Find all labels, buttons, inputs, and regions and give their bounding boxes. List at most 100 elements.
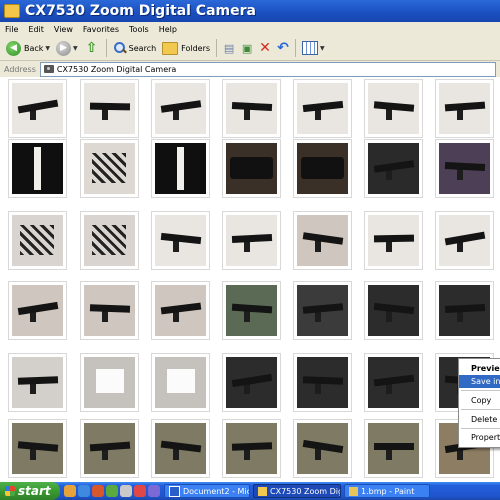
thumbnail-item[interactable] <box>293 211 352 270</box>
thumbnail-item[interactable] <box>8 139 67 198</box>
thumbnail-subject <box>373 234 415 243</box>
thumbnail-item[interactable] <box>8 281 67 340</box>
quicklaunch-icon[interactable] <box>120 485 132 497</box>
thumbnail-item[interactable] <box>293 353 352 412</box>
thumbnail-item[interactable] <box>151 79 210 138</box>
context-item-properties[interactable]: Properties <box>459 431 500 444</box>
copy-to-icon[interactable]: ▣ <box>240 41 254 55</box>
thumbnail-item[interactable] <box>293 419 352 478</box>
address-field[interactable]: CX7530 Zoom Digital Camera <box>39 61 496 77</box>
thumbnail-item[interactable] <box>8 79 67 138</box>
dropdown-arrow-icon[interactable]: ▼ <box>320 45 325 52</box>
thumbnail-image <box>439 83 490 134</box>
thumbnail-item[interactable] <box>222 419 281 478</box>
menu-file[interactable]: File <box>0 25 23 34</box>
thumbnail-item[interactable] <box>80 353 139 412</box>
folders-button[interactable]: Folders <box>159 38 213 58</box>
thumbnail-item[interactable] <box>293 281 352 340</box>
context-item-copy[interactable]: Copy <box>459 394 500 407</box>
task-button-document[interactable]: Document2 - Micr... <box>164 484 250 498</box>
thumbnail-item[interactable] <box>80 281 139 340</box>
thumbnail-view[interactable] <box>0 77 500 482</box>
undo-icon[interactable]: ↶ <box>276 40 290 56</box>
back-button[interactable]: ◀ Back ▼ <box>3 38 53 58</box>
menu-help[interactable]: Help <box>154 25 182 34</box>
thumbnail-item[interactable] <box>80 139 139 198</box>
up-folder-button[interactable]: ⇧ <box>81 38 103 58</box>
forward-button[interactable]: ▶ ▼ <box>53 38 81 58</box>
menu-divider <box>461 390 500 391</box>
title-bar[interactable]: CX7530 Zoom Digital Camera <box>0 0 500 22</box>
thumbnail-image <box>297 143 348 194</box>
thumbnail-image <box>155 143 206 194</box>
paint-icon <box>349 486 358 496</box>
thumbnail-image <box>84 83 135 134</box>
thumbnail-image <box>368 285 419 336</box>
thumbnail-item[interactable] <box>222 353 281 412</box>
move-to-icon[interactable]: ▤ <box>222 41 236 55</box>
thumbnail-item[interactable] <box>435 79 494 138</box>
thumbnail-image <box>226 423 277 474</box>
thumbnail-subject <box>17 376 59 385</box>
thumbnail-item[interactable] <box>435 211 494 270</box>
thumbnail-subject <box>160 232 202 245</box>
thumbnail-item[interactable] <box>151 281 210 340</box>
task-button-explorer[interactable]: CX7530 Zoom Dig... <box>253 484 341 498</box>
thumbnail-item[interactable] <box>80 211 139 270</box>
thumbnail-subject <box>315 240 321 252</box>
task-label: CX7530 Zoom Dig... <box>270 486 340 496</box>
context-item-delete[interactable]: Delete <box>459 413 500 426</box>
menu-tools[interactable]: Tools <box>124 25 154 34</box>
thumbnail-item[interactable] <box>151 211 210 270</box>
thumbnail-item[interactable] <box>364 419 423 478</box>
thumbnail-subject <box>302 232 344 245</box>
thumbnail-item[interactable] <box>151 353 210 412</box>
thumbnail-item[interactable] <box>8 419 67 478</box>
thumbnail-item[interactable] <box>364 353 423 412</box>
thumbnail-subject <box>96 369 124 393</box>
thumbnail-item[interactable] <box>222 139 281 198</box>
thumbnail-item[interactable] <box>435 139 494 198</box>
start-button[interactable]: start <box>0 482 60 500</box>
task-button-paint[interactable]: 1.bmp - Paint <box>344 484 430 498</box>
context-item-preview[interactable]: Preview <box>459 362 500 375</box>
thumbnail-item[interactable] <box>222 79 281 138</box>
thumbnail-item[interactable] <box>151 419 210 478</box>
thumbnail-item[interactable] <box>222 281 281 340</box>
thumbnail-item[interactable] <box>80 79 139 138</box>
dropdown-arrow-icon[interactable]: ▼ <box>73 45 78 52</box>
context-item-save[interactable]: Save in F <box>459 375 500 388</box>
messenger-icon[interactable] <box>106 485 118 497</box>
thumbnail-subject <box>34 147 41 190</box>
thumbnail-item[interactable] <box>222 211 281 270</box>
dropdown-arrow-icon[interactable]: ▼ <box>45 45 50 52</box>
thumbnail-item[interactable] <box>8 211 67 270</box>
thumbnail-item[interactable] <box>293 139 352 198</box>
quicklaunch-icon[interactable] <box>134 485 146 497</box>
delete-icon[interactable]: ✕ <box>258 40 272 56</box>
menu-view[interactable]: View <box>49 25 78 34</box>
thumbnail-item[interactable] <box>364 79 423 138</box>
folders-label: Folders <box>181 43 211 53</box>
thumbnail-subject <box>315 448 321 460</box>
thumbnail-item[interactable] <box>8 353 67 412</box>
thumbnail-image <box>226 215 277 266</box>
views-button[interactable]: ▼ <box>299 38 328 58</box>
quicklaunch-icon[interactable] <box>148 485 160 497</box>
thumbnail-item[interactable] <box>364 211 423 270</box>
address-value: CX7530 Zoom Digital Camera <box>56 64 177 74</box>
thumbnail-item[interactable] <box>293 79 352 138</box>
thumbnail-item[interactable] <box>435 281 494 340</box>
thumbnail-item[interactable] <box>364 281 423 340</box>
search-button[interactable]: Search <box>110 38 159 58</box>
menu-edit[interactable]: Edit <box>23 25 49 34</box>
thumbnail-subject <box>374 443 414 450</box>
thumbnail-image <box>155 285 206 336</box>
media-icon[interactable] <box>92 485 104 497</box>
ie-icon[interactable] <box>78 485 90 497</box>
thumbnail-item[interactable] <box>364 139 423 198</box>
thumbnail-item[interactable] <box>151 139 210 198</box>
thumbnail-item[interactable] <box>80 419 139 478</box>
quicklaunch-icon[interactable] <box>64 485 76 497</box>
menu-favorites[interactable]: Favorites <box>78 25 124 34</box>
